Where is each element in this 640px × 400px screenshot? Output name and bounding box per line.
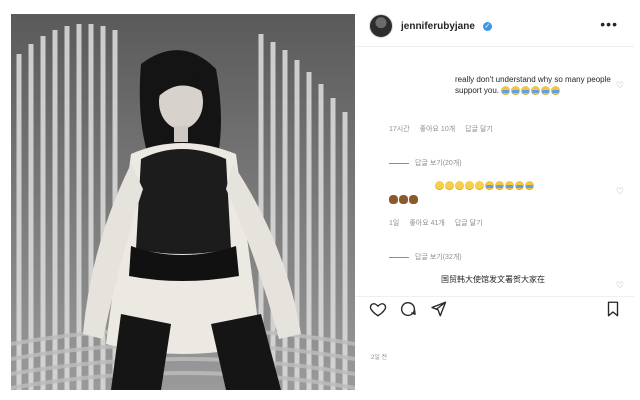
- comment-likes[interactable]: 좋아요 10개: [420, 124, 456, 134]
- heart-icon[interactable]: [369, 300, 387, 318]
- view-replies-label: 답글 보기(20개): [415, 160, 462, 167]
- username[interactable]: jenniferubyjane: [401, 21, 475, 32]
- verified-badge-icon: ✓: [482, 21, 492, 31]
- crying-emoji-icon: [541, 86, 551, 96]
- comment-2-emojis-line2: [389, 194, 419, 205]
- crying-emoji-icon: [495, 181, 504, 191]
- view-replies-button[interactable]: 답글 보기(20개): [389, 158, 462, 168]
- comment-time: 17시간: [389, 126, 410, 133]
- post-time: 2일 전: [371, 355, 388, 361]
- instagram-post: jenniferubyjane ✓ ••• really don't under…: [8, 8, 634, 394]
- share-icon[interactable]: [429, 300, 447, 318]
- comment-likes[interactable]: 좋아요 41개: [409, 218, 445, 228]
- crying-emoji-icon: [501, 86, 511, 96]
- poop-emoji-icon: [409, 195, 418, 205]
- crying-emoji-icon: [525, 181, 534, 191]
- view-replies-label: 답글 보기(32개): [415, 254, 462, 261]
- laughing-emoji-icon: [445, 181, 454, 191]
- replies-dash: [389, 256, 409, 258]
- view-replies-button[interactable]: 답글 보기(32개): [389, 252, 462, 262]
- divider: [355, 46, 634, 47]
- like-comment-heart-icon[interactable]: ♡: [616, 186, 624, 197]
- post-photo[interactable]: [11, 14, 355, 390]
- crying-emoji-icon: [511, 86, 521, 96]
- post-sidebar: jenniferubyjane ✓ ••• really don't under…: [355, 8, 634, 394]
- comment-icon[interactable]: [399, 300, 417, 318]
- laughing-emoji-icon: [455, 181, 464, 191]
- crying-emoji-icon: [505, 181, 514, 191]
- laughing-emoji-icon: [475, 181, 484, 191]
- divider: [355, 296, 634, 297]
- comment-3-text: 国贸韩大使馆发文署贺大家在: [441, 275, 545, 284]
- laughing-emoji-icon: [435, 181, 444, 191]
- comment-2-meta: 1일 좋아요 41개 답글 달기: [389, 218, 483, 228]
- bookmark-icon[interactable]: [604, 300, 622, 318]
- comment-2-emojis-line1: [435, 180, 635, 191]
- poop-emoji-icon: [389, 195, 398, 205]
- replies-dash: [389, 162, 409, 164]
- reply-button[interactable]: 답글 달기: [465, 124, 493, 134]
- laughing-emoji-icon: [465, 181, 474, 191]
- avatar[interactable]: [369, 14, 393, 38]
- crying-emoji-icon: [521, 86, 531, 96]
- post-image: [11, 14, 355, 390]
- crying-emoji-icon: [531, 86, 541, 96]
- post-header: jenniferubyjane ✓ •••: [355, 8, 634, 44]
- more-options-icon[interactable]: •••: [600, 16, 618, 32]
- crying-emoji-icon: [551, 86, 561, 96]
- post-actions: [369, 300, 447, 318]
- comment-time: 1일: [389, 220, 400, 227]
- crying-emoji-icon: [485, 181, 494, 191]
- like-comment-heart-icon[interactable]: ♡: [616, 280, 624, 291]
- crying-emoji-icon: [515, 181, 524, 191]
- comment-1-text: really don't understand why so many peop…: [455, 74, 630, 96]
- poop-emoji-icon: [399, 195, 408, 205]
- like-comment-heart-icon[interactable]: ♡: [616, 80, 624, 91]
- reply-button[interactable]: 답글 달기: [455, 218, 483, 228]
- comment-1-meta: 17시간 좋아요 10개 답글 달기: [389, 124, 493, 134]
